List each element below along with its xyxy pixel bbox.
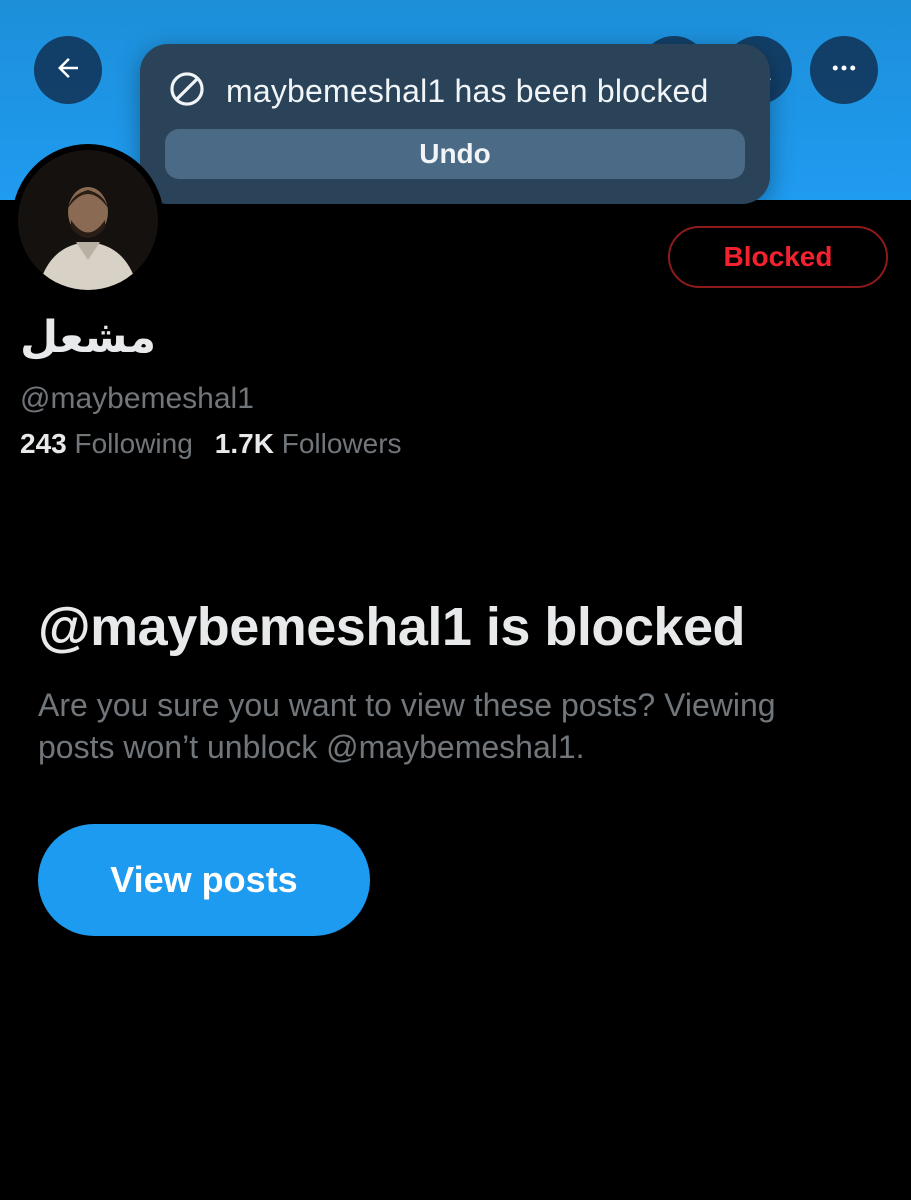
profile-handle: @maybemeshal1 — [20, 382, 254, 415]
avatar-photo — [18, 150, 158, 290]
blocked-button[interactable]: Blocked — [668, 226, 888, 288]
following-count: 243 — [20, 428, 67, 459]
followers-count: 1.7K — [214, 428, 274, 459]
display-name: مشعل — [20, 313, 157, 362]
profile-stats: 243 Following 1.7K Followers — [20, 428, 402, 460]
blocked-description: Are you sure you want to view these post… — [38, 687, 776, 765]
toast-message: maybemeshal1 has been blocked — [226, 73, 709, 109]
blocked-title: @maybemeshal1 is blocked — [38, 597, 745, 657]
back-button[interactable] — [34, 36, 102, 104]
followers-label: Followers — [281, 428, 402, 459]
following-link[interactable]: 243 Following — [20, 428, 193, 460]
block-icon — [168, 70, 206, 113]
following-label: Following — [74, 428, 193, 459]
blocked-toast: maybemeshal1 has been blocked Undo — [140, 44, 770, 204]
toast-message-row: maybemeshal1 has been blocked — [168, 70, 709, 113]
view-posts-button[interactable]: View posts — [38, 824, 370, 936]
followers-link[interactable]: 1.7K Followers — [215, 428, 402, 460]
avatar[interactable] — [12, 144, 164, 296]
arrow-left-icon — [53, 53, 83, 88]
undo-button[interactable]: Undo — [165, 129, 745, 179]
more-options-button[interactable] — [810, 36, 878, 104]
more-horizontal-icon — [829, 53, 859, 88]
